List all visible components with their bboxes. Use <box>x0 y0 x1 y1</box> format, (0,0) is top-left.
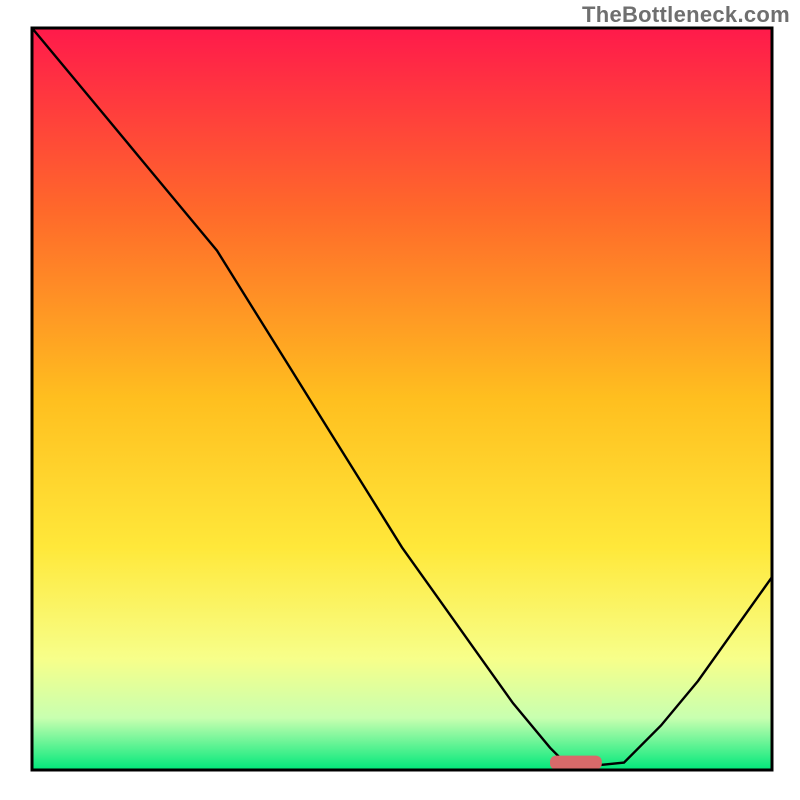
chart-stage: TheBottleneck.com <box>0 0 800 800</box>
plot-area <box>32 28 772 770</box>
watermark-text: TheBottleneck.com <box>582 2 790 28</box>
gradient-background <box>32 28 772 770</box>
optimal-range-marker <box>550 756 602 770</box>
bottleneck-chart <box>0 0 800 800</box>
